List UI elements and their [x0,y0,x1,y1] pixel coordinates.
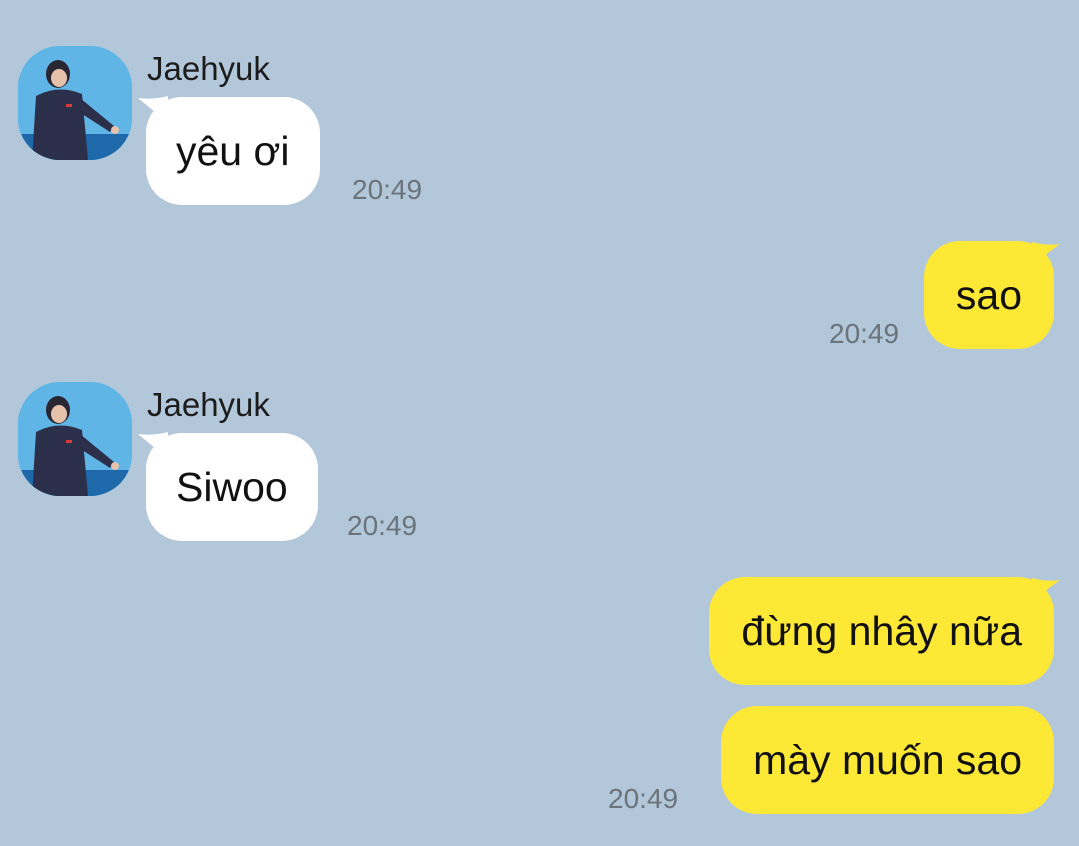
message-timestamp: 20:49 [608,783,679,814]
message-timestamp: 20:49 [347,510,418,541]
message-timestamp: 20:49 [352,174,423,205]
message-bubble-incoming[interactable]: Siwoo [146,433,318,541]
message-bubble-outgoing[interactable]: đừng nhây nữa [709,577,1054,685]
sender-name: Jaehyuk [147,386,270,423]
avatar[interactable] [18,382,132,496]
profile-photo [18,382,132,496]
sender-name: Jaehyuk [147,50,270,87]
message-bubble-incoming[interactable]: yêu ơi [146,97,320,205]
message-timestamp: 20:49 [829,318,900,349]
message-bubble-outgoing[interactable]: sao [923,241,1054,349]
message-bubble-outgoing[interactable]: mày muốn sao [721,706,1054,814]
chat-view[interactable]: Jaehyuk yêu ơi 20:49 sao 20:49 Jaehyuk S… [0,0,1079,846]
profile-photo [18,46,132,160]
avatar[interactable] [18,46,132,160]
